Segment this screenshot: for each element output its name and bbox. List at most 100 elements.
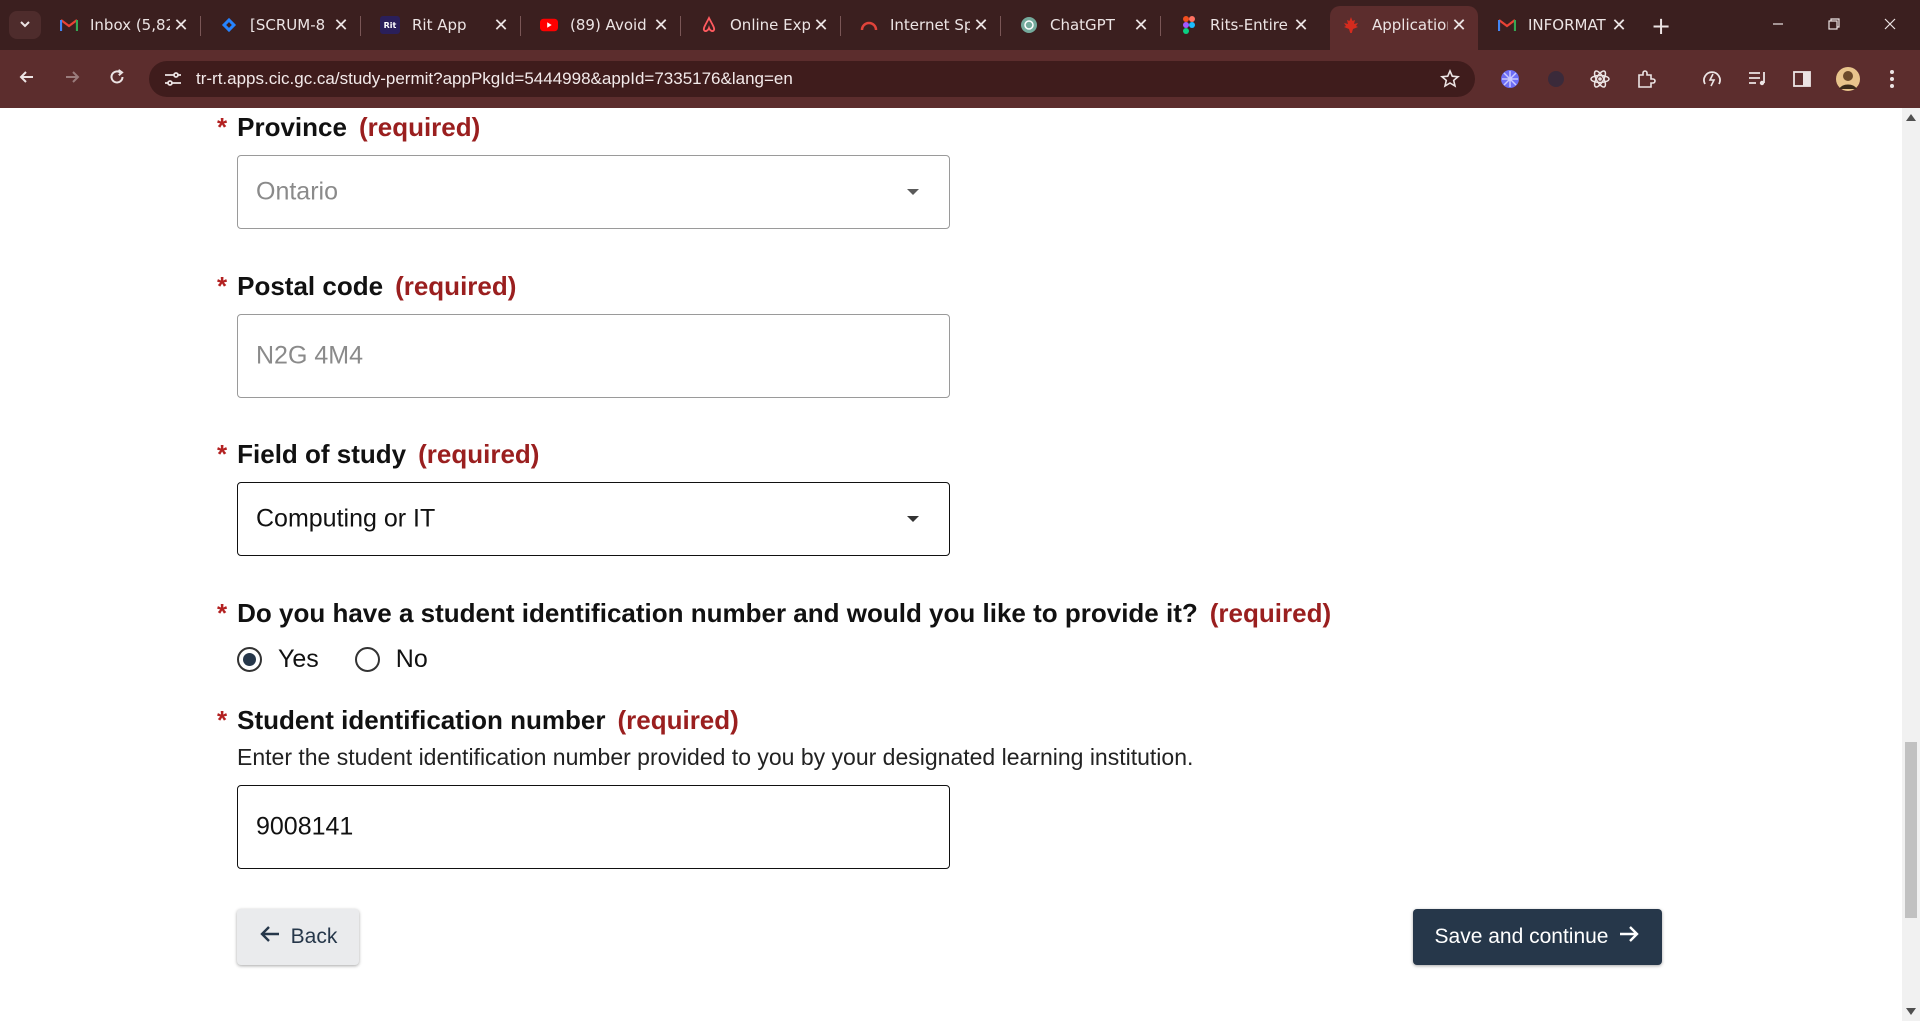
tab-title: Rits-Entire <box>1210 16 1288 34</box>
student-id-radio-group: Yes No <box>237 639 464 679</box>
arrow-left-icon <box>259 924 291 950</box>
student-id-question-label: * Do you have a student identification nu… <box>217 598 1331 629</box>
tab-internet-speed[interactable]: Internet Sp ✕ <box>848 6 1001 44</box>
province-select[interactable]: Ontario <box>237 155 950 229</box>
student-id-hint: Enter the student identification number … <box>237 744 1194 770</box>
performance-icon[interactable] <box>1699 66 1725 92</box>
save-and-continue-button[interactable]: Save and continue <box>1413 909 1662 965</box>
tab-youtube[interactable]: (89) Avoid ✕ <box>528 6 681 44</box>
tab-inbox[interactable]: Inbox (5,82 ✕ <box>48 6 201 44</box>
close-icon <box>1883 16 1897 35</box>
address-bar[interactable]: tr-rt.apps.cic.gc.ca/study-permit?appPkg… <box>149 61 1475 97</box>
close-icon[interactable]: ✕ <box>1130 14 1152 36</box>
tab-figma[interactable]: Rits-Entire ✕ <box>1168 6 1320 44</box>
plus-icon: + <box>1650 12 1672 40</box>
tab-title: ChatGPT <box>1050 16 1115 34</box>
field-of-study-select[interactable]: Computing or IT <box>237 482 950 556</box>
tab-chatgpt[interactable]: ChatGPT ✕ <box>1008 6 1161 44</box>
tab-search-button[interactable] <box>9 11 41 39</box>
tab-application[interactable]: Application ✕ <box>1330 6 1478 50</box>
postal-code-label-text: Postal code <box>237 271 384 301</box>
minimize-icon <box>1771 16 1785 35</box>
close-icon[interactable]: ✕ <box>490 14 512 36</box>
bookmark-star-icon[interactable] <box>1439 68 1461 90</box>
scroll-thumb[interactable] <box>1905 742 1917 918</box>
student-id-question-text: Do you have a student identification num… <box>237 598 1198 628</box>
forward-nav-button[interactable] <box>56 63 88 95</box>
browser-toolbar: tr-rt.apps.cic.gc.ca/study-permit?appPkg… <box>0 50 1920 108</box>
close-icon[interactable]: ✕ <box>810 14 832 36</box>
back-button-label: Back <box>290 925 338 948</box>
reload-button[interactable] <box>101 63 133 95</box>
side-panel-icon[interactable] <box>1789 66 1815 92</box>
tab-title: Internet Sp <box>890 16 970 34</box>
tab-rit-app[interactable]: Rit Rit App ✕ <box>368 6 521 44</box>
required-text: (required) <box>617 705 739 735</box>
site-settings-icon[interactable] <box>163 69 183 89</box>
required-text: (required) <box>358 112 481 142</box>
page-content: * Province (required) Ontario * Postal code… <box>0 108 1902 1021</box>
caret-down-icon <box>907 516 919 522</box>
chatgpt-icon <box>1020 16 1038 34</box>
required-asterisk: * <box>217 112 228 142</box>
scroll-down-arrow-icon[interactable] <box>1906 1008 1916 1015</box>
tab-title: Rit App <box>412 16 467 34</box>
gmail-icon <box>1498 16 1516 34</box>
required-text: (required) <box>418 439 540 469</box>
field-of-study-value: Computing or IT <box>256 504 436 533</box>
youtube-icon <box>540 16 558 34</box>
avatar[interactable] <box>1835 66 1861 92</box>
gmail-icon <box>60 16 78 34</box>
close-icon[interactable]: ✕ <box>650 14 672 36</box>
react-devtools-icon[interactable] <box>1587 66 1613 92</box>
back-button[interactable]: Back <box>237 909 359 965</box>
restore-icon <box>1827 16 1841 35</box>
tab-title: [SCRUM-8 <box>250 16 326 34</box>
reload-icon <box>108 68 126 90</box>
radio-no-label[interactable]: No <box>396 645 428 674</box>
postal-code-input[interactable]: N2G 4M4 <box>237 314 950 398</box>
close-icon[interactable]: ✕ <box>1448 14 1470 36</box>
new-tab-button[interactable]: + <box>1647 12 1675 40</box>
student-id-input[interactable]: 9008141 <box>237 785 950 869</box>
radio-yes[interactable] <box>237 646 262 672</box>
url-text[interactable]: tr-rt.apps.cic.gc.ca/study-permit?appPkg… <box>196 69 793 89</box>
required-asterisk: * <box>217 598 228 628</box>
tab-scrum[interactable]: [SCRUM-8 ✕ <box>208 6 361 44</box>
back-nav-button[interactable] <box>11 63 43 95</box>
close-icon[interactable]: ✕ <box>170 14 192 36</box>
page-scrollbar[interactable] <box>1902 108 1920 1021</box>
province-label-text: Province <box>237 112 347 142</box>
close-icon[interactable]: ✕ <box>970 14 992 36</box>
media-controls-icon[interactable] <box>1745 66 1771 92</box>
extension-dark-icon[interactable] <box>1543 66 1569 92</box>
jira-icon <box>220 16 238 34</box>
restore-button[interactable] <box>1806 0 1862 50</box>
province-value: Ontario <box>256 177 338 206</box>
tab-online-exp[interactable]: Online Exp ✕ <box>688 6 841 44</box>
postal-code-label: * Postal code (required) <box>217 271 516 302</box>
chevron-down-icon <box>18 16 32 35</box>
more-menu-icon[interactable] <box>1879 66 1905 92</box>
required-asterisk: * <box>217 271 228 301</box>
speedtest-icon <box>860 16 878 34</box>
arrow-right-icon <box>1608 924 1640 950</box>
tab-strip: Inbox (5,82 ✕ [SCRUM-8 ✕ Rit Rit App ✕ (… <box>0 0 1920 50</box>
close-icon[interactable]: ✕ <box>330 14 352 36</box>
extension-sparkle-icon[interactable] <box>1497 66 1523 92</box>
extensions-puzzle-icon[interactable] <box>1633 66 1659 92</box>
minimize-button[interactable] <box>1750 0 1806 50</box>
rit-icon-text: Rit <box>383 20 397 30</box>
radio-no[interactable] <box>354 646 380 672</box>
scroll-up-arrow-icon[interactable] <box>1906 114 1916 121</box>
radio-yes-label[interactable]: Yes <box>278 645 319 674</box>
save-button-label: Save and continue <box>1434 925 1609 948</box>
tab-title: Application <box>1372 16 1448 34</box>
close-window-button[interactable] <box>1862 0 1918 50</box>
close-icon[interactable]: ✕ <box>1608 14 1630 36</box>
close-icon[interactable]: ✕ <box>1290 14 1312 36</box>
canada-leaf-icon <box>1342 16 1360 34</box>
province-label: * Province (required) <box>217 112 480 143</box>
tab-title: (89) Avoid <box>570 16 647 34</box>
tab-information[interactable]: INFORMAT ✕ <box>1486 6 1638 44</box>
